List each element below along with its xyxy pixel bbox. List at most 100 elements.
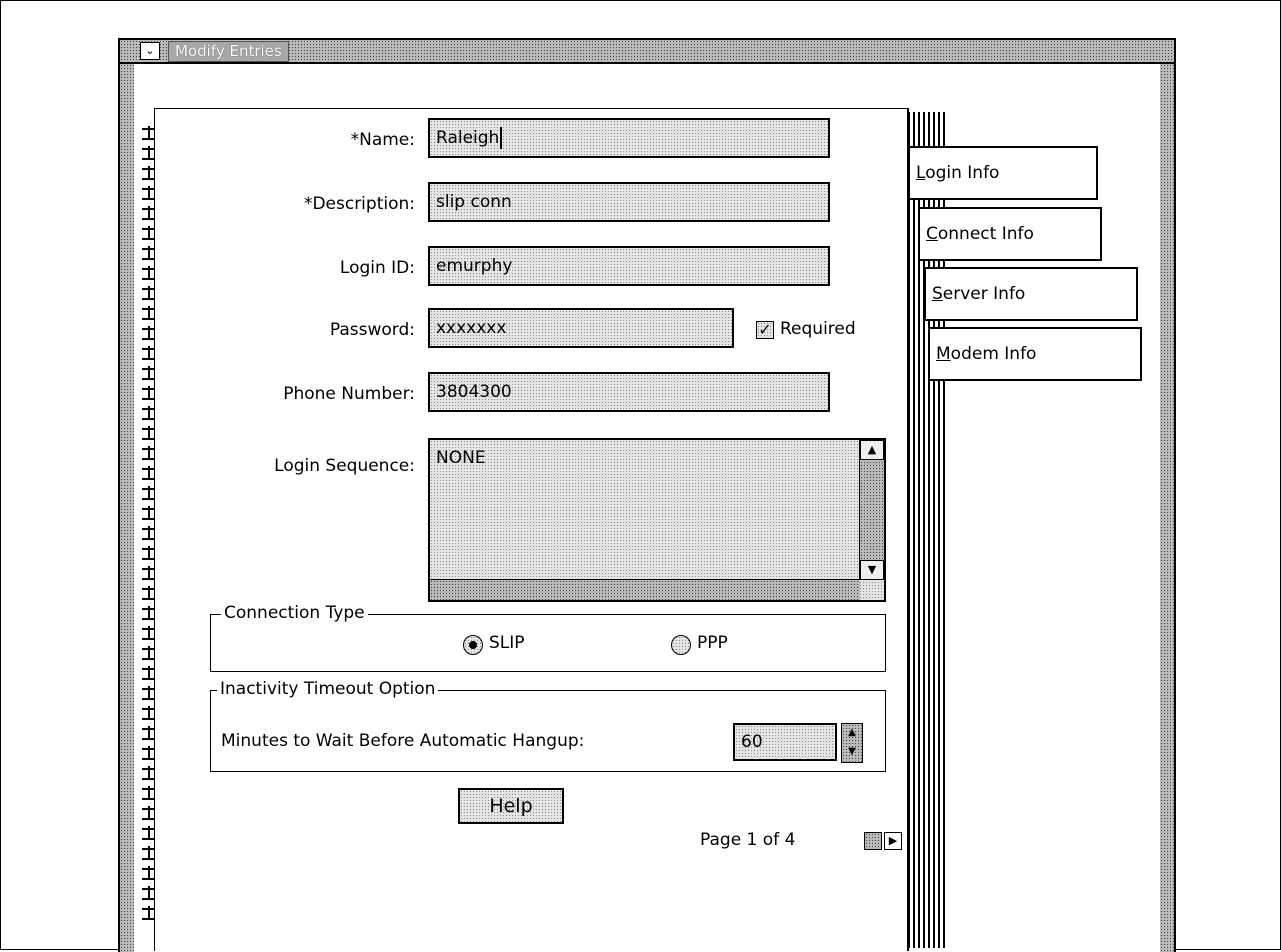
slip-radio[interactable] <box>463 635 483 655</box>
inactivity-timeout-title: Inactivity Timeout Option <box>217 679 439 699</box>
title-bar[interactable]: ⌄ Modify Entries <box>120 40 1174 64</box>
spiral-ring <box>138 626 160 640</box>
spiral-ring <box>138 426 160 440</box>
window-border-left <box>120 64 134 952</box>
login-id-label: Login ID: <box>339 258 415 278</box>
spiral-ring <box>138 826 160 840</box>
spiral-ring <box>138 706 160 720</box>
vertical-scrollbar[interactable]: ▲ ▼ <box>859 440 884 580</box>
spiral-ring <box>138 486 160 500</box>
phone-number-label: Phone Number: <box>283 384 415 404</box>
spiral-ring <box>138 146 160 160</box>
name-value: Raleigh <box>436 128 500 148</box>
spiral-ring <box>138 286 160 300</box>
spiral-ring <box>138 306 160 320</box>
login-sequence-label: Login Sequence: <box>274 456 415 476</box>
phone-number-value: 3804300 <box>436 382 512 402</box>
inactivity-timeout-group: Inactivity Timeout Option Minutes to Wai… <box>210 679 886 772</box>
password-field[interactable]: xxxxxxx <box>428 308 734 348</box>
tab-label: erver Info <box>942 284 1026 304</box>
spiral-ring <box>138 586 160 600</box>
spiral-ring <box>138 166 160 180</box>
spin-up-icon[interactable]: ▲ <box>842 724 862 742</box>
tab-mnemonic: S <box>932 284 943 304</box>
spiral-ring <box>138 566 160 580</box>
password-label: Password: <box>329 320 415 340</box>
tab-label: odem Info <box>950 344 1037 364</box>
spiral-ring <box>138 126 160 140</box>
page-next-arrow-icon[interactable]: ▶ <box>884 832 902 850</box>
password-value: xxxxxxx <box>436 318 507 338</box>
tab-modem-info[interactable]: Modem Info <box>928 327 1142 381</box>
spiral-ring <box>138 866 160 880</box>
spiral-ring <box>138 746 160 760</box>
spiral-ring <box>138 726 160 740</box>
tab-mnemonic: C <box>926 224 938 244</box>
required-checkbox[interactable]: ✓ <box>756 321 774 339</box>
phone-number-field[interactable]: 3804300 <box>428 372 830 412</box>
notebook-spiral-binding <box>138 126 160 920</box>
connection-type-title: Connection Type <box>221 603 368 623</box>
window-title: Modify Entries <box>168 41 289 62</box>
spiral-ring <box>138 646 160 660</box>
radio-selected-dot <box>469 641 477 649</box>
spiral-ring <box>138 386 160 400</box>
name-field[interactable]: Raleigh <box>428 118 830 158</box>
ppp-radio[interactable] <box>671 635 691 655</box>
spiral-ring <box>138 346 160 360</box>
spiral-ring <box>138 466 160 480</box>
tab-login-info[interactable]: Login Info <box>910 146 1098 200</box>
description-label: *Description: <box>303 194 415 214</box>
tab-label: onnect Info <box>937 224 1034 244</box>
spiral-ring <box>138 326 160 340</box>
spiral-ring <box>138 506 160 520</box>
spiral-ring <box>138 786 160 800</box>
page-indicator: Page 1 of 4 <box>700 830 796 850</box>
login-id-field[interactable]: emurphy <box>428 246 830 286</box>
scroll-up-icon[interactable]: ▲ <box>860 440 884 460</box>
spin-down-icon[interactable]: ▼ <box>842 743 862 761</box>
connection-type-group: Connection Type SLIP PPP <box>210 603 886 672</box>
spiral-ring <box>138 666 160 680</box>
tab-connect-info[interactable]: Connect Info <box>918 207 1102 261</box>
spiral-ring <box>138 186 160 200</box>
tab-mnemonic: L <box>916 163 926 183</box>
minutes-spinbutton-field[interactable]: 60 <box>733 723 837 761</box>
spiral-ring <box>138 686 160 700</box>
login-sequence-value: NONE <box>436 448 486 468</box>
name-label: *Name: <box>350 130 415 150</box>
login-sequence-textarea[interactable]: NONE ▲ ▼ <box>428 438 886 602</box>
minutes-value: 60 <box>741 732 763 752</box>
spiral-ring <box>138 806 160 820</box>
login-id-value: emurphy <box>436 256 513 276</box>
tab-label: ogin Info <box>925 163 1000 183</box>
window-border-right <box>1160 64 1174 952</box>
spiral-ring <box>138 846 160 860</box>
minutes-to-wait-label: Minutes to Wait Before Automatic Hangup: <box>221 731 585 751</box>
scroll-down-icon[interactable]: ▼ <box>860 560 884 580</box>
spiral-ring <box>138 406 160 420</box>
spiral-ring <box>138 246 160 260</box>
tab-server-info[interactable]: Server Info <box>924 267 1138 321</box>
required-label[interactable]: Required <box>780 319 856 339</box>
slip-label[interactable]: SLIP <box>489 633 525 653</box>
spiral-ring <box>138 526 160 540</box>
spiral-ring <box>138 546 160 560</box>
page-back-arrow[interactable] <box>864 832 882 850</box>
spiral-ring <box>138 446 160 460</box>
spiral-ring <box>138 766 160 780</box>
spiral-ring <box>138 606 160 620</box>
tab-mnemonic: M <box>936 344 951 364</box>
system-menu-icon[interactable]: ⌄ <box>140 42 160 60</box>
ppp-label[interactable]: PPP <box>697 633 728 653</box>
help-button[interactable]: Help <box>458 788 564 824</box>
spiral-ring <box>138 886 160 900</box>
horizontal-scrollbar[interactable] <box>430 579 860 600</box>
description-field[interactable]: slip conn <box>428 182 830 222</box>
spiral-ring <box>138 906 160 920</box>
spiral-ring <box>138 206 160 220</box>
description-value: slip conn <box>436 192 512 212</box>
spiral-ring <box>138 266 160 280</box>
spiral-ring <box>138 366 160 380</box>
minutes-spin-arrows[interactable]: ▲ ▼ <box>841 723 863 763</box>
